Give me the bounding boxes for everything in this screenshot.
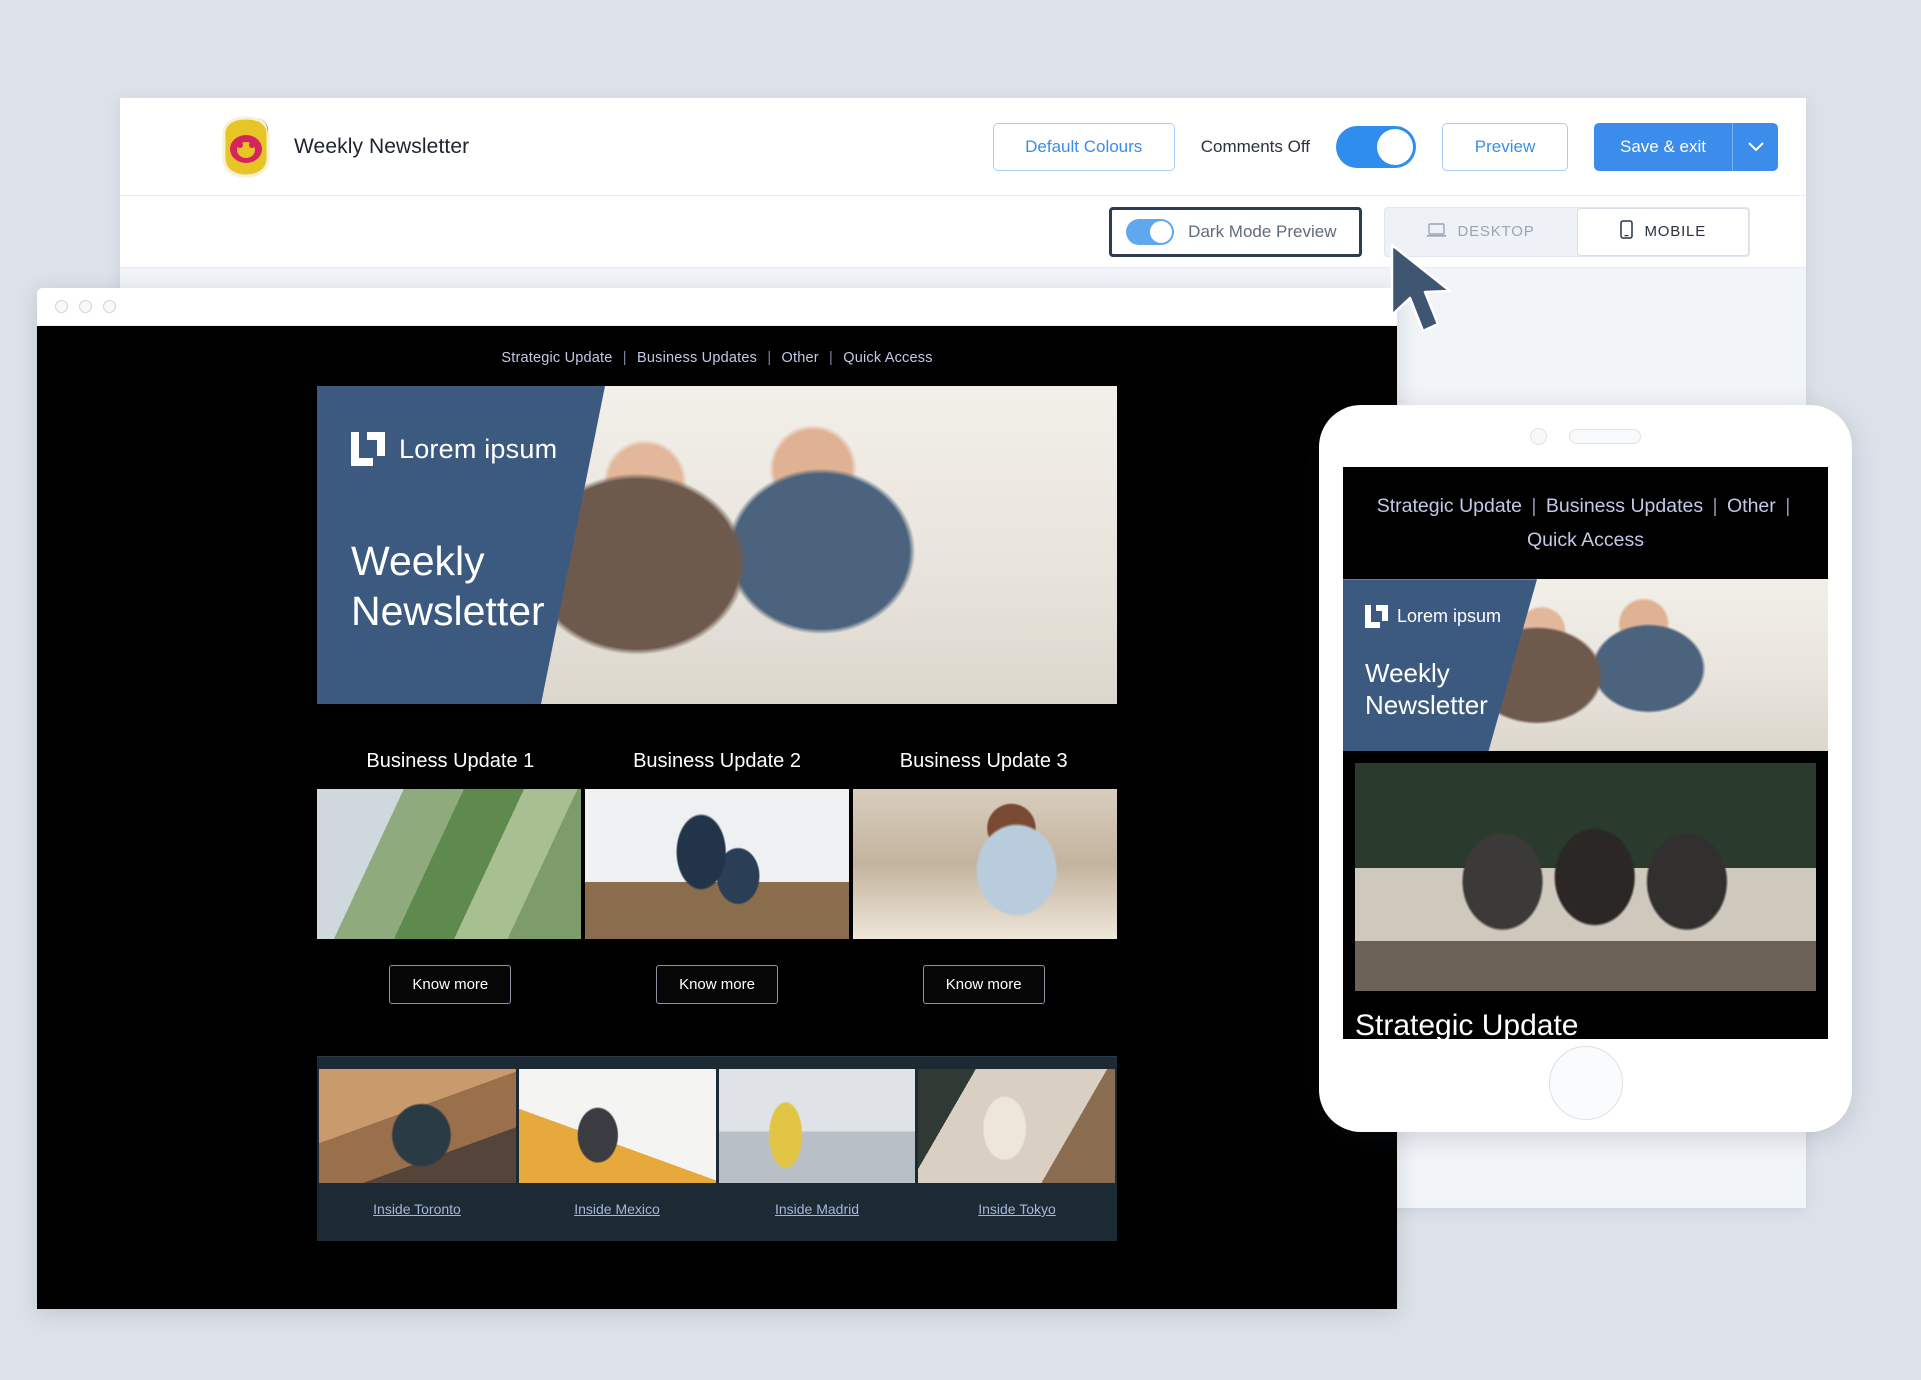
window-dot-close-icon[interactable] xyxy=(55,300,68,313)
business-update-images xyxy=(317,789,1117,939)
email-nav-mobile: Strategic Update | Business Updates | Ot… xyxy=(1343,467,1828,579)
business-update-col: Business Update 1 xyxy=(317,750,584,773)
nav-link-quick-access[interactable]: Quick Access xyxy=(1527,529,1644,551)
preview-button[interactable]: Preview xyxy=(1442,122,1568,171)
city-link-tokyo[interactable]: Inside Tokyo xyxy=(978,1201,1056,1217)
business-update-title: Business Update 1 xyxy=(366,750,535,772)
hero-content: Lorem ipsum Weekly Newsletter xyxy=(351,386,641,704)
madrid-office-photo xyxy=(718,1069,916,1183)
phone-icon xyxy=(1619,220,1633,243)
app-toolbar: Weekly Newsletter Default Colours Commen… xyxy=(120,98,1806,196)
comments-toggle[interactable] xyxy=(1336,125,1416,168)
toggle-knob xyxy=(1150,220,1173,243)
hero-heading-line1: Weekly xyxy=(1365,658,1450,689)
nav-separator: | xyxy=(1712,495,1718,517)
mobile-preview-device: Strategic Update | Business Updates | Ot… xyxy=(1319,405,1852,1132)
monkey-shield-logo-icon xyxy=(218,115,274,178)
hero-heading-line1: Weekly xyxy=(351,538,485,584)
phone-top-bezel xyxy=(1319,405,1852,467)
dark-mode-label: Dark Mode Preview xyxy=(1188,221,1337,241)
toronto-lounge-photo xyxy=(319,1069,516,1183)
preview-toolbar: Dark Mode Preview DESKTOP MOBILE xyxy=(120,196,1806,268)
chevron-down-icon[interactable] xyxy=(1732,122,1778,171)
three-women-meeting-photo xyxy=(1355,763,1816,992)
business-update-title: Business Update 3 xyxy=(899,750,1068,772)
nav-link-other[interactable]: Other xyxy=(782,350,819,366)
business-update-titles: Business Update 1 Business Update 2 Busi… xyxy=(317,750,1117,773)
strategic-update-section: Strategic Update Lorem ipsum dolor sit a… xyxy=(1343,991,1828,1039)
business-update-col: Business Update 3 xyxy=(850,750,1117,773)
cities-images xyxy=(317,1065,1117,1183)
business-update-col: Business Update 2 xyxy=(584,750,851,773)
nav-separator: | xyxy=(767,350,772,366)
city-link-toronto[interactable]: Inside Toronto xyxy=(373,1201,461,1217)
section-heading: Strategic Update xyxy=(1355,1009,1579,1039)
email-hero-banner-mobile: Lorem ipsum Weekly Newsletter xyxy=(1343,579,1828,752)
cities-section: Inside Toronto Inside Mexico Inside Madr… xyxy=(317,1056,1117,1241)
default-colours-button[interactable]: Default Colours xyxy=(992,122,1175,171)
hero-heading-line2: Newsletter xyxy=(1365,689,1488,720)
mouse-pointer-icon xyxy=(1390,243,1464,344)
lorem-bracket-mark-icon xyxy=(351,432,385,466)
city-link-mexico[interactable]: Inside Mexico xyxy=(574,1201,660,1217)
hero-logo-text: Lorem ipsum xyxy=(1397,606,1502,627)
lorem-bracket-mark-icon xyxy=(1365,605,1388,629)
cities-links: Inside Toronto Inside Mexico Inside Madr… xyxy=(317,1201,1117,1219)
hero-logo: Lorem ipsum xyxy=(1365,605,1565,629)
tab-desktop-label: DESKTOP xyxy=(1457,223,1535,240)
business-update-title: Business Update 2 xyxy=(633,750,801,772)
email-canvas-mobile: Strategic Update | Business Updates | Ot… xyxy=(1343,467,1828,1039)
desktop-preview-window: Strategic Update | Business Updates | Ot… xyxy=(37,288,1397,1309)
nav-separator: | xyxy=(622,350,627,366)
phone-home-button[interactable] xyxy=(1548,1046,1623,1120)
nav-link-business-updates[interactable]: Business Updates xyxy=(637,350,757,366)
email-body-desktop: Lorem ipsum Weekly Newsletter Business U… xyxy=(317,386,1117,1241)
mexico-meeting-photo xyxy=(518,1069,716,1183)
phone-speaker-icon xyxy=(1569,428,1641,444)
nav-link-business-updates[interactable]: Business Updates xyxy=(1546,495,1703,517)
nav-link-quick-access[interactable]: Quick Access xyxy=(843,350,932,366)
dark-mode-preview-toggle[interactable]: Dark Mode Preview xyxy=(1109,206,1362,257)
nav-separator: | xyxy=(1531,495,1537,517)
tokyo-office-photo xyxy=(918,1069,1115,1183)
email-hero-banner: Lorem ipsum Weekly Newsletter xyxy=(317,386,1117,704)
know-more-button-3[interactable]: Know more xyxy=(922,965,1045,1004)
laptop-icon xyxy=(1426,222,1446,241)
save-exit-button[interactable]: Save & exit xyxy=(1594,122,1732,171)
nav-separator: | xyxy=(829,350,833,366)
tab-mobile[interactable]: MOBILE xyxy=(1576,207,1749,256)
browser-chrome xyxy=(37,288,1397,326)
woman-on-phone-photo xyxy=(853,789,1117,939)
nav-link-strategic-update[interactable]: Strategic Update xyxy=(501,350,612,366)
tab-mobile-label: MOBILE xyxy=(1644,223,1706,240)
business-update-buttons: Know more Know more Know more xyxy=(317,965,1117,1004)
toggle-knob xyxy=(1377,128,1413,165)
hero-heading: Weekly Newsletter xyxy=(1365,658,1565,721)
plant-shop-photo xyxy=(317,789,581,939)
window-dot-maximize-icon[interactable] xyxy=(103,300,116,313)
hero-logo: Lorem ipsum xyxy=(351,432,641,466)
know-more-button-2[interactable]: Know more xyxy=(656,965,778,1004)
know-more-button-1[interactable]: Know more xyxy=(389,965,512,1004)
dark-mode-switch[interactable] xyxy=(1126,218,1175,245)
office-desk-photo xyxy=(585,789,849,939)
brand: Weekly Newsletter xyxy=(218,115,470,178)
screen: Weekly Newsletter Default Colours Commen… xyxy=(0,0,1921,1380)
hero-heading-line2: Newsletter xyxy=(351,588,545,635)
toolbar-actions: Default Colours Comments Off Preview Sav… xyxy=(992,122,1778,171)
comments-status-label: Comments Off xyxy=(1200,136,1310,156)
email-canvas-desktop: Strategic Update | Business Updates | Ot… xyxy=(37,326,1397,1309)
nav-link-other[interactable]: Other xyxy=(1727,495,1776,517)
city-link-madrid[interactable]: Inside Madrid xyxy=(775,1201,859,1217)
nav-separator: | xyxy=(1785,495,1791,517)
email-nav-desktop: Strategic Update | Business Updates | Ot… xyxy=(37,326,1397,386)
page-title: Weekly Newsletter xyxy=(294,134,470,158)
window-dot-minimize-icon[interactable] xyxy=(79,300,92,313)
nav-link-strategic-update[interactable]: Strategic Update xyxy=(1377,495,1522,517)
hero-content: Lorem ipsum Weekly Newsletter xyxy=(1365,579,1565,721)
hero-heading: Weekly Newsletter xyxy=(351,536,641,636)
hero-logo-text: Lorem ipsum xyxy=(399,433,558,464)
save-exit-group: Save & exit xyxy=(1594,122,1778,171)
phone-camera-icon xyxy=(1530,427,1547,445)
